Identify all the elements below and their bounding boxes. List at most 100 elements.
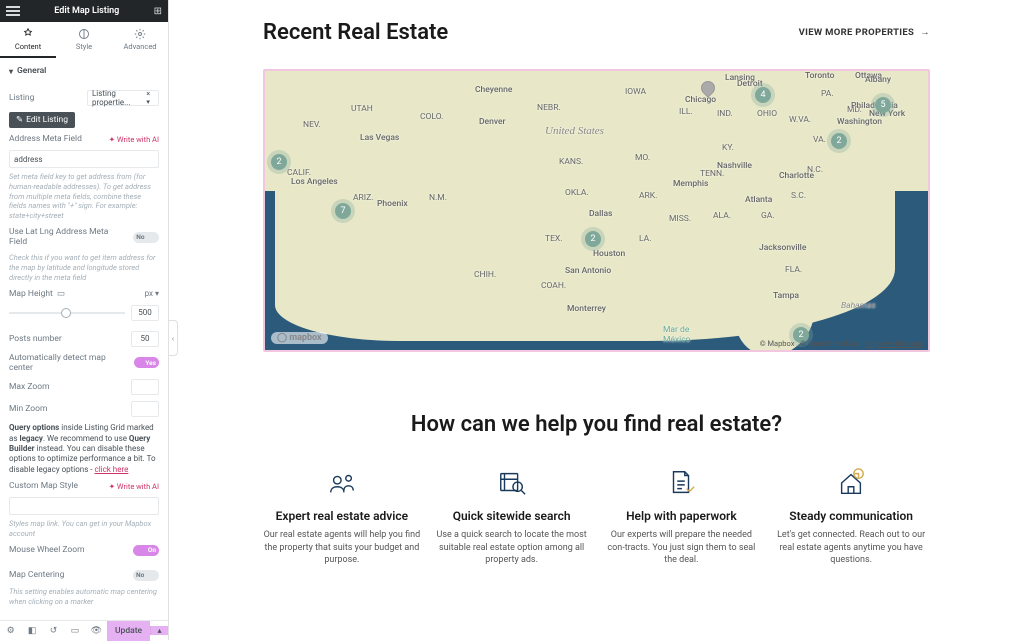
min-zoom-label: Min Zoom bbox=[9, 404, 47, 414]
label-city: Los Angeles bbox=[291, 177, 338, 187]
auto-center-toggle[interactable]: Yes bbox=[134, 357, 159, 368]
label-state: PA. bbox=[821, 89, 834, 99]
label-city: Albany bbox=[865, 75, 891, 85]
cluster[interactable]: 2 bbox=[585, 231, 601, 247]
label-state: KANS. bbox=[559, 157, 583, 167]
mapbox-logo: ◯ mapbox bbox=[271, 332, 328, 344]
navigator-icon[interactable]: ◧ bbox=[21, 626, 42, 636]
label-bahamas: Bahamas bbox=[841, 301, 876, 311]
map-height-label: Map Height ▭ bbox=[9, 289, 65, 299]
label-state: N.M. bbox=[429, 193, 447, 203]
label-city: Tampa bbox=[773, 291, 799, 301]
label-city: Charlotte bbox=[779, 171, 814, 181]
label-state: ARK. bbox=[639, 191, 657, 201]
label-state: GA. bbox=[761, 211, 775, 221]
label-city: Lansing bbox=[725, 73, 755, 83]
address-meta-input[interactable] bbox=[9, 150, 159, 168]
card-advice: Expert real estate advice Our real estat… bbox=[263, 465, 421, 567]
cluster[interactable]: 2 bbox=[831, 133, 847, 149]
sidebar-topbar: Edit Map Listing ⊞ bbox=[0, 0, 168, 22]
preview-icon[interactable]: 👁 bbox=[86, 626, 107, 636]
responsive-icon[interactable]: ▭ bbox=[64, 626, 85, 636]
editor-sidebar: Edit Map Listing ⊞ Content Style Advance… bbox=[0, 0, 169, 640]
label-city: Las Vegas bbox=[360, 133, 399, 143]
label-state: COLO. bbox=[420, 112, 443, 122]
label-city: Atlanta bbox=[745, 195, 772, 205]
latlng-label: Use Lat Lng Address Meta Field bbox=[9, 227, 127, 247]
label-state: IOWA bbox=[625, 87, 646, 97]
preview-pane: Recent Real Estate VIEW MORE PROPERTIES→… bbox=[169, 0, 1024, 640]
label-city: Jacksonville bbox=[759, 243, 806, 253]
listing-select[interactable]: Listing propertie...× ▾ bbox=[87, 90, 159, 106]
ai-write-link-2[interactable]: Write with AI bbox=[109, 482, 159, 491]
house-chat-icon bbox=[772, 465, 930, 501]
wheel-zoom-toggle[interactable]: On bbox=[133, 545, 159, 556]
custom-style-help: Styles map link. You can get in your Map… bbox=[9, 519, 159, 539]
collapse-sidebar[interactable]: ‹ bbox=[169, 320, 178, 356]
apps-icon[interactable]: ⊞ bbox=[154, 6, 162, 17]
label-city: Memphis bbox=[673, 179, 708, 189]
listing-label: Listing bbox=[9, 93, 34, 103]
tab-style[interactable]: Style bbox=[56, 22, 112, 58]
custom-style-input[interactable] bbox=[9, 497, 159, 515]
tab-advanced[interactable]: Advanced bbox=[112, 22, 168, 58]
posts-number[interactable] bbox=[131, 331, 159, 347]
view-more-link[interactable]: VIEW MORE PROPERTIES→ bbox=[799, 27, 930, 38]
label-state: W.VA. bbox=[789, 115, 811, 125]
centering-label: Map Centering bbox=[9, 570, 64, 580]
label-state: ILL. bbox=[679, 107, 693, 117]
label-state: LA. bbox=[639, 234, 651, 244]
map[interactable]: United States UTAH COLO. KANS. MO. NEV. … bbox=[263, 69, 930, 352]
label-city: Cheyenne bbox=[475, 85, 512, 95]
label-state: ARIZ. bbox=[353, 193, 373, 203]
preview-heading: Recent Real Estate bbox=[263, 20, 448, 45]
centering-toggle[interactable]: No bbox=[133, 570, 159, 581]
label-state: MISS. bbox=[669, 214, 691, 224]
map-height-slider[interactable] bbox=[9, 312, 125, 314]
section-general[interactable]: ▾General bbox=[9, 58, 159, 84]
sidebar-footer: ⚙ ◧ ↺ ▭ 👁 Update ▴ bbox=[0, 620, 168, 640]
history-icon[interactable]: ↺ bbox=[43, 626, 64, 636]
update-button[interactable]: Update bbox=[107, 621, 150, 641]
latlng-help: Check this if you want to get item addre… bbox=[9, 253, 159, 282]
posts-label: Posts number bbox=[9, 334, 62, 344]
label-sea: Mar deMéxico bbox=[663, 325, 691, 345]
min-zoom-input[interactable] bbox=[131, 401, 159, 417]
tab-content[interactable]: Content bbox=[0, 22, 56, 58]
card-communication: Steady communication Let's get connected… bbox=[772, 465, 930, 567]
settings-icon[interactable]: ⚙ bbox=[0, 626, 21, 636]
label-state: OKLA. bbox=[565, 188, 589, 198]
card-paperwork: Help with paperwork Our experts will pre… bbox=[603, 465, 761, 567]
menu-icon[interactable] bbox=[6, 4, 20, 18]
update-expand[interactable]: ▴ bbox=[150, 626, 168, 635]
label-city: Washington bbox=[837, 117, 882, 127]
map-height-number[interactable] bbox=[131, 305, 159, 321]
label-state: KY. bbox=[722, 143, 734, 153]
auto-center-label: Automatically detect map center bbox=[9, 353, 128, 373]
label-state: FLA. bbox=[785, 265, 802, 275]
centering-help: This setting enables automatic map cente… bbox=[9, 587, 159, 607]
disable-legacy-link[interactable]: click here bbox=[95, 465, 129, 474]
help-heading: How can we help you find real estate? bbox=[263, 412, 930, 437]
latlng-toggle[interactable]: No bbox=[133, 232, 159, 243]
edit-listing-button[interactable]: ✎Edit Listing bbox=[9, 112, 75, 128]
ai-write-link[interactable]: Write with AI bbox=[109, 135, 159, 144]
search-icon bbox=[433, 465, 591, 501]
cluster[interactable]: 4 bbox=[755, 87, 771, 103]
label-city: Dallas bbox=[589, 209, 612, 219]
label-state: S.C. bbox=[791, 191, 806, 201]
cluster[interactable]: 5 bbox=[875, 97, 891, 113]
label-city: Nashville bbox=[717, 161, 752, 171]
max-zoom-label: Max Zoom bbox=[9, 382, 50, 392]
cluster[interactable]: 7 bbox=[335, 203, 351, 219]
max-zoom-input[interactable] bbox=[131, 379, 159, 395]
label-city: Toronto bbox=[805, 71, 834, 81]
map-height-unit[interactable]: px ▾ bbox=[145, 289, 159, 298]
sidebar-title: Edit Map Listing bbox=[20, 6, 154, 16]
label-city: Denver bbox=[479, 117, 506, 127]
pencil-icon: ✎ bbox=[16, 115, 23, 125]
cluster[interactable]: 2 bbox=[271, 154, 287, 170]
label-state: VA. bbox=[813, 135, 826, 145]
label-state: OHIO bbox=[757, 109, 777, 119]
label-city: Houston bbox=[593, 249, 625, 259]
